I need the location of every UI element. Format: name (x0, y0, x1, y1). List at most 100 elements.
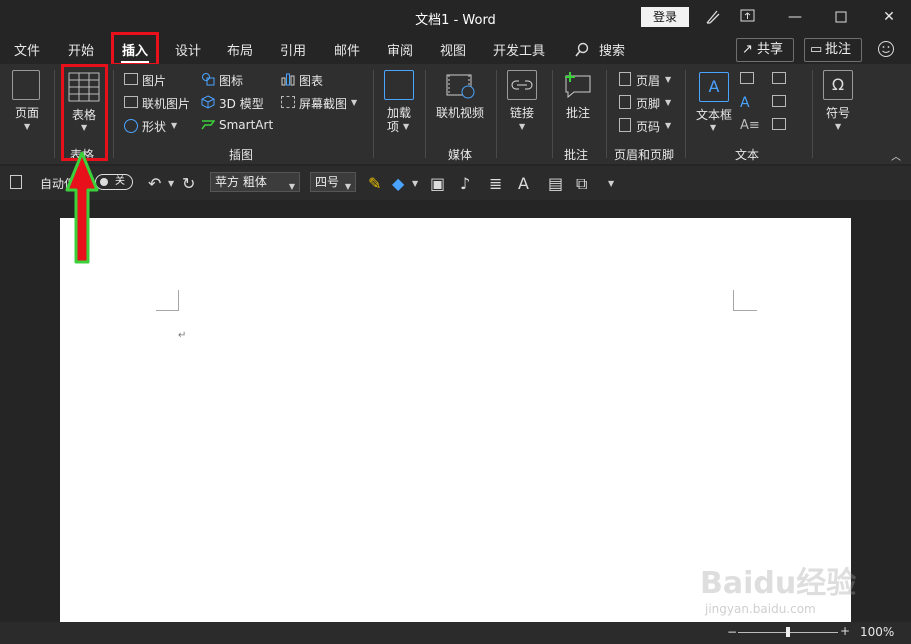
smartart-button[interactable]: SmartArt (219, 118, 273, 132)
tab-file[interactable]: 文件 (14, 40, 40, 59)
date-time-icon[interactable] (772, 95, 786, 107)
online-picture-icon (124, 96, 138, 108)
zoom-level[interactable]: 100% (860, 625, 894, 639)
comments-button[interactable]: ▭ 批注 (804, 38, 862, 62)
insert-tab-highlight (111, 32, 159, 66)
wordart-icon[interactable]: A (740, 95, 750, 111)
addins-icon (384, 70, 414, 100)
chevron-down-icon: ▼ (344, 182, 351, 191)
tab-mailings[interactable]: 邮件 (334, 40, 360, 59)
footer-icon (619, 95, 631, 109)
link-icon (507, 70, 537, 100)
tab-references[interactable]: 引用 (280, 40, 306, 59)
smiley-icon[interactable] (877, 40, 895, 58)
group-label-text: 文本 (735, 148, 760, 162)
pen-icon[interactable] (704, 8, 722, 26)
collapse-ribbon-icon[interactable]: ︿ (891, 148, 901, 163)
omega-icon: Ω (823, 70, 853, 100)
watermark-logo: Baidu经验 (700, 566, 857, 601)
text-effect-icon[interactable]: A (518, 174, 529, 193)
chevron-down-icon: ▼ (665, 98, 672, 107)
screenshot-button[interactable]: 屏幕截图 (299, 95, 347, 112)
textbox-label: 文本框 (696, 108, 733, 122)
share-button[interactable]: ↗ 共享 (736, 38, 794, 62)
icons-icon (201, 72, 215, 86)
cube-3d-icon (201, 95, 215, 109)
chart-icon (281, 72, 295, 86)
picture-icon[interactable]: ▣ (430, 174, 445, 193)
signature-line-icon[interactable] (772, 72, 786, 84)
close-button[interactable]: ✕ (869, 4, 909, 30)
group-label-header-footer: 页眉和页脚 (614, 148, 675, 162)
redo-icon[interactable]: ↻ (182, 174, 195, 193)
undo-icon[interactable]: ↶ (148, 174, 161, 193)
quick-access-toolbar (0, 166, 911, 200)
zoom-slider-thumb[interactable] (786, 627, 790, 637)
smartart-icon (201, 119, 216, 131)
tab-layout[interactable]: 布局 (227, 40, 253, 59)
format-painter-icon[interactable]: ✎ (368, 174, 381, 193)
video-icon (446, 72, 476, 100)
chevron-down-icon: ▼ (665, 75, 672, 84)
chevron-down-icon: ▼ (665, 121, 672, 130)
compare-icon[interactable]: ⧉ (576, 174, 587, 194)
picture-button[interactable]: 图片 (142, 72, 166, 89)
new-comment-label: 批注 (566, 106, 591, 120)
restore-button[interactable] (821, 4, 861, 30)
page-number-button[interactable]: 页码 (636, 118, 660, 135)
font-size-select[interactable]: 四号 ▼ (310, 172, 356, 192)
search-label[interactable]: 搜索 (599, 40, 625, 59)
dropcap-icon[interactable]: A≡ (740, 118, 760, 133)
new-comment-icon (562, 70, 594, 100)
object-icon[interactable] (772, 118, 786, 130)
tab-view[interactable]: 视图 (440, 40, 466, 59)
customize-toolbar-icon[interactable]: ▼ (608, 179, 614, 188)
3d-models-button[interactable]: 3D 模型 (219, 95, 264, 112)
chevron-down-icon: ▼ (171, 121, 178, 130)
title-bar: 文档1 - Word 登录 — ✕ (0, 0, 911, 34)
chevron-down-icon: ▼ (710, 123, 717, 132)
shapes-icon (124, 119, 138, 133)
zoom-out-button[interactable]: − (727, 625, 737, 639)
chevron-down-icon: ▼ (24, 122, 31, 131)
shapes-icon[interactable]: ◆ (392, 174, 404, 193)
zoom-in-button[interactable]: + (840, 624, 850, 638)
ribbon-separator (496, 70, 497, 158)
chevron-down-icon: ▼ (519, 122, 526, 131)
quick-parts-icon[interactable] (740, 72, 754, 84)
autosave-toggle[interactable]: 关 (95, 174, 133, 190)
chevron-down-icon[interactable]: ▼ (168, 179, 174, 188)
chevron-down-icon[interactable]: ▼ (412, 179, 418, 188)
ribbon-separator (812, 70, 813, 158)
minimize-button[interactable]: — (775, 4, 815, 30)
online-picture-button[interactable]: 联机图片 (142, 95, 190, 112)
table-button-highlight (61, 64, 108, 161)
ribbon-display-icon[interactable] (740, 9, 756, 23)
tab-developer[interactable]: 开发工具 (493, 40, 545, 59)
header-button[interactable]: 页眉 (636, 72, 660, 89)
login-button[interactable]: 登录 (641, 7, 689, 27)
chart-button[interactable]: 图表 (299, 72, 323, 89)
group-label-comments: 批注 (564, 148, 589, 162)
ribbon-separator (685, 70, 686, 158)
status-bar (0, 622, 911, 644)
tab-review[interactable]: 审阅 (387, 40, 413, 59)
font-name-select[interactable]: 苹方 粗体 ▼ (210, 172, 300, 192)
textbox-icon: A (699, 72, 729, 102)
new-document-icon[interactable] (10, 175, 22, 189)
tab-design[interactable]: 设计 (175, 40, 201, 59)
search-icon[interactable] (574, 42, 590, 58)
paragraph-icon[interactable]: ≣ (489, 174, 502, 193)
read-aloud-icon[interactable]: ♪ (460, 174, 470, 193)
footer-button[interactable]: 页脚 (636, 95, 660, 112)
document-icon[interactable]: ▤ (548, 174, 563, 193)
ribbon-separator (425, 70, 426, 158)
chevron-down-icon: ▼ (835, 122, 842, 131)
links-label: 链接 (510, 106, 535, 120)
ribbon-separator (113, 70, 114, 158)
icons-button[interactable]: 图标 (219, 72, 243, 89)
font-name-value: 苹方 粗体 (215, 175, 267, 189)
shapes-button[interactable]: 形状 (142, 118, 166, 135)
tab-home[interactable]: 开始 (68, 40, 94, 59)
symbols-label: 符号 (826, 106, 851, 120)
